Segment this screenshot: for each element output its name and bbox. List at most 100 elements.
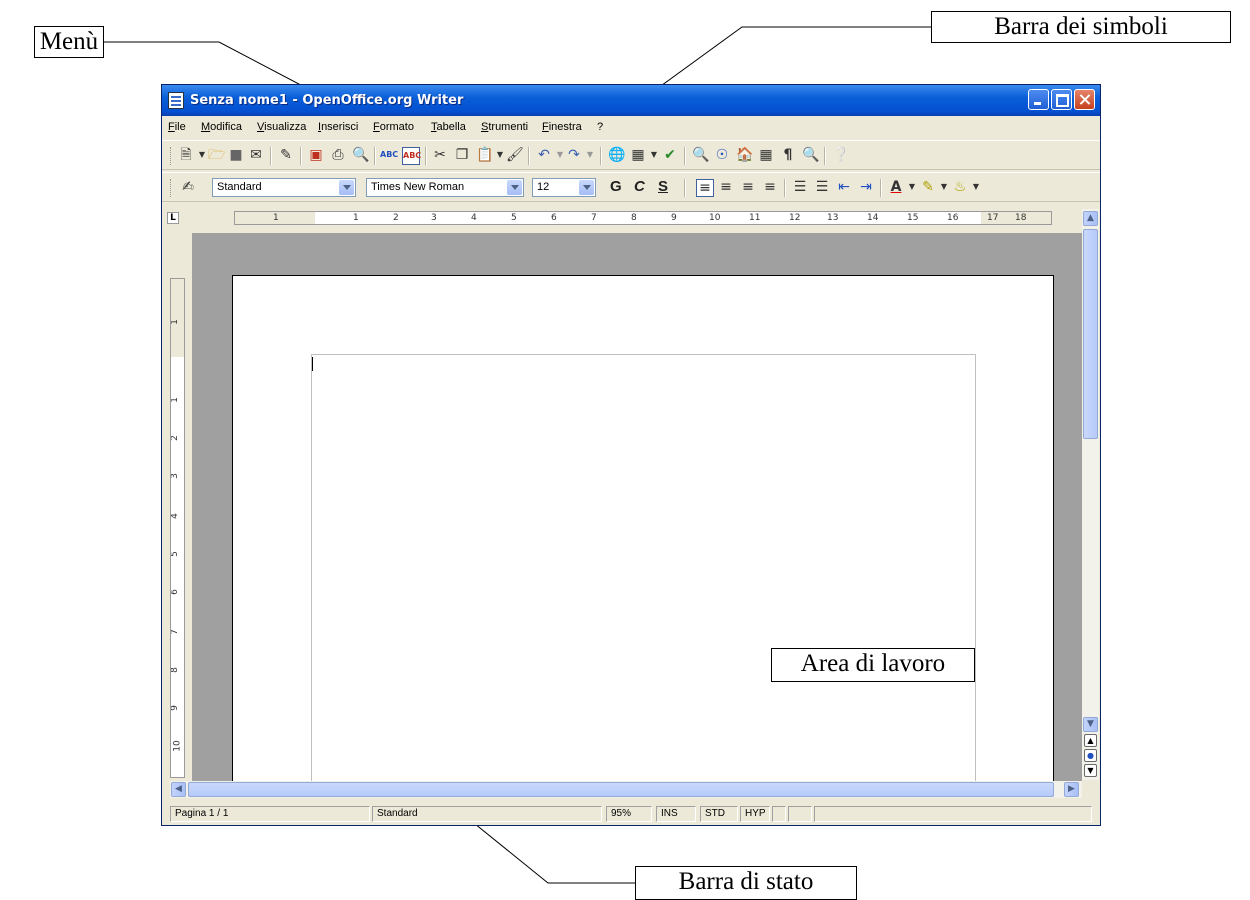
align-center-icon[interactable]: ≡	[718, 179, 734, 195]
chevron-down-icon[interactable]	[507, 180, 522, 195]
navigator-icon[interactable]: ☉	[714, 147, 730, 163]
menu-help[interactable]: ?	[597, 121, 603, 133]
undo-icon[interactable]: ↶	[536, 147, 552, 163]
page-style[interactable]: Standard	[372, 806, 602, 822]
print-icon[interactable]: ⎙	[330, 147, 346, 163]
paste-icon[interactable]: 📋	[476, 147, 493, 163]
document-area[interactable]	[192, 233, 1082, 781]
page-count[interactable]: Pagina 1 / 1	[170, 806, 370, 822]
menu-file[interactable]: File	[168, 121, 186, 133]
align-left-icon[interactable]: ≡	[696, 179, 714, 197]
minimize-button[interactable]	[1028, 89, 1049, 110]
menu-formato[interactable]: Formato	[373, 121, 414, 133]
title-bar[interactable]: Senza nome1 - OpenOffice.org Writer	[162, 85, 1100, 116]
scroll-down-button[interactable]: ▼	[1083, 717, 1098, 732]
toolbar-grip[interactable]	[170, 179, 173, 197]
selection-mode[interactable]: STD	[700, 806, 738, 822]
new-icon[interactable]: 🗎	[178, 147, 194, 163]
horizontal-ruler[interactable]: 1 1 2 3 4 5 6 7 8 9 10 11 12 13 14 15 16…	[234, 211, 1052, 225]
background-color-dropdown-icon[interactable]: ▼	[968, 179, 984, 195]
highlight-dropdown-icon[interactable]: ▼	[936, 179, 952, 195]
ruler-label: 5	[511, 213, 517, 223]
spellcheck-icon[interactable]: ABC	[380, 147, 398, 163]
numbering-icon[interactable]: ☰	[792, 179, 808, 195]
bullets-icon[interactable]: ☰	[814, 179, 830, 195]
cut-icon[interactable]: ✂	[432, 147, 448, 163]
save-icon[interactable]: ■	[228, 147, 244, 163]
font-color-dropdown-icon[interactable]: ▼	[904, 179, 920, 195]
navigation-icon[interactable]: ●	[1084, 749, 1097, 762]
menu-inserisci[interactable]: Inserisci	[318, 121, 358, 133]
pdf-icon[interactable]: ▣	[308, 147, 324, 163]
decrease-indent-icon[interactable]: ⇤	[836, 179, 852, 195]
redo-dropdown-icon[interactable]: ▼	[582, 147, 598, 163]
datasource-icon[interactable]: ▦	[758, 147, 774, 163]
writer-window: Senza nome1 - OpenOffice.org Writer File…	[161, 84, 1101, 826]
help-icon[interactable]: ❔	[832, 147, 849, 163]
horizontal-scroll-thumb[interactable]	[188, 782, 1054, 797]
insert-mode[interactable]: INS	[656, 806, 696, 822]
zoom-icon[interactable]: 🔍	[802, 147, 819, 163]
gallery-icon[interactable]: 🏠	[736, 147, 753, 163]
font-size-select[interactable]: 12	[532, 178, 596, 197]
ruler-label: 1	[170, 319, 180, 325]
styles-icon[interactable]: ✍	[180, 179, 196, 195]
toolbar-separator	[824, 147, 826, 165]
clone-icon[interactable]: 🖌	[506, 147, 524, 163]
justify-icon[interactable]: ≡	[762, 179, 778, 195]
autospell-icon[interactable]: ABC	[402, 147, 421, 165]
font-size-value: 12	[537, 181, 550, 193]
edit-icon[interactable]: ✎	[278, 147, 294, 163]
ruler-label: 6	[170, 589, 180, 595]
menu-finestra[interactable]: Finestra	[542, 121, 582, 133]
zoom-level[interactable]: 95%	[606, 806, 652, 822]
paragraph-style-select[interactable]: Standard	[212, 178, 356, 197]
tab-stop-selector[interactable]: L	[167, 212, 179, 224]
scroll-left-button[interactable]: ◀	[171, 782, 186, 797]
align-right-icon[interactable]: ≡	[740, 179, 756, 195]
vertical-scrollbar[interactable]: ▲ ▼ ▲ ● ▼	[1082, 209, 1099, 780]
chevron-down-icon[interactable]	[579, 180, 594, 195]
vertical-scroll-thumb[interactable]	[1083, 229, 1098, 439]
increase-indent-icon[interactable]: ⇥	[858, 179, 874, 195]
vertical-ruler[interactable]: 1 1 2 3 4 5 6 7 8 9 10	[170, 278, 185, 778]
toolbar-grip[interactable]	[170, 147, 173, 165]
table-icon[interactable]: ▦	[630, 147, 646, 163]
font-color-icon[interactable]: A	[888, 179, 904, 195]
chevron-down-icon[interactable]	[339, 180, 354, 195]
toolbar-separator	[528, 147, 530, 165]
email-icon[interactable]: ✉	[248, 147, 264, 163]
window-title: Senza nome1 - OpenOffice.org Writer	[190, 93, 464, 108]
menu-tabella[interactable]: Tabella	[431, 121, 466, 133]
menu-visualizza[interactable]: Visualizza	[257, 121, 306, 133]
scroll-up-button[interactable]: ▲	[1083, 211, 1098, 226]
ruler-label: 9	[671, 213, 677, 223]
maximize-button[interactable]	[1051, 89, 1072, 110]
italic-button[interactable]: C	[634, 177, 645, 197]
find-icon[interactable]: 🔍	[692, 147, 709, 163]
copy-icon[interactable]: ❐	[454, 147, 470, 163]
signature-indicator	[788, 806, 812, 822]
preview-icon[interactable]: 🔍	[352, 147, 369, 163]
pilcrow-icon[interactable]: ¶	[780, 147, 796, 163]
hyperlink-mode[interactable]: HYP	[740, 806, 770, 822]
redo-icon[interactable]: ↷	[566, 147, 582, 163]
highlight-icon[interactable]: ✎	[920, 179, 936, 195]
next-page-icon[interactable]: ▼	[1084, 764, 1097, 777]
font-name-select[interactable]: Times New Roman	[366, 178, 524, 197]
draw-icon[interactable]: ✔	[662, 147, 678, 163]
menu-strumenti[interactable]: Strumenti	[481, 121, 528, 133]
background-color-icon[interactable]: ♨	[952, 179, 968, 195]
hyperlink-icon[interactable]: 🌐	[608, 147, 625, 163]
table-dropdown-icon[interactable]: ▼	[646, 147, 662, 163]
previous-page-icon[interactable]: ▲	[1084, 734, 1097, 747]
close-button[interactable]	[1074, 89, 1095, 110]
menu-bar: File Modifica Visualizza Inserisci Forma…	[162, 116, 1100, 137]
underline-button[interactable]: S	[658, 177, 668, 197]
bold-button[interactable]: G	[610, 177, 622, 197]
menu-modifica[interactable]: Modifica	[201, 121, 242, 133]
document-page[interactable]	[232, 275, 1054, 781]
horizontal-scrollbar[interactable]: ◀ ▶	[170, 781, 1082, 798]
scroll-right-button[interactable]: ▶	[1064, 782, 1079, 797]
open-icon[interactable]: 🗁	[208, 147, 225, 163]
